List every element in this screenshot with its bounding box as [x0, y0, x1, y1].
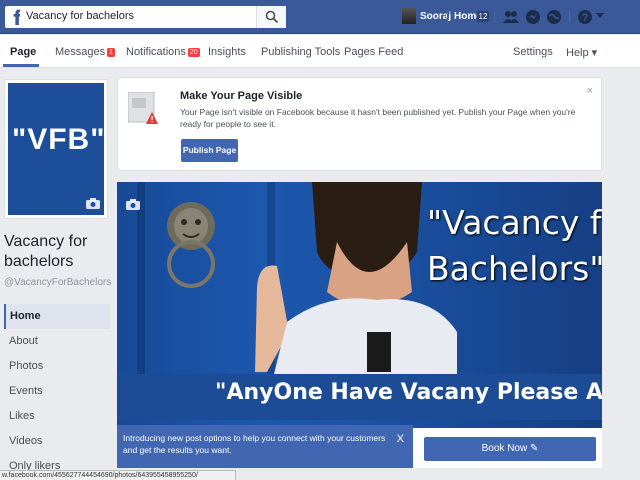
tab-insights[interactable]: Insights: [208, 46, 246, 58]
sidebar-item-about[interactable]: About: [4, 329, 110, 354]
avatar[interactable]: [402, 8, 416, 24]
search-button[interactable]: [256, 6, 286, 28]
divider: [447, 11, 448, 23]
camera-icon[interactable]: [86, 198, 100, 209]
tab-notifications-label: Notifications: [126, 46, 186, 58]
top-bar: f Vacancy for bachelors Sooraj Home 12 ?: [0, 0, 640, 34]
divider: [569, 11, 570, 23]
sidebar-item-likes[interactable]: Likes: [4, 404, 110, 429]
messages-count-badge: 1: [107, 48, 116, 57]
tab-publishing-tools[interactable]: Publishing Tools: [261, 46, 340, 58]
home-count-badge: 12: [477, 11, 489, 22]
page-username[interactable]: @VacancyForBachelors: [4, 277, 111, 288]
svg-text:?: ?: [582, 12, 589, 24]
sidebar-menu: Home About Photos Events Likes Videos On…: [4, 304, 110, 479]
cover-title: "Vacancy fo Bachelors": [427, 200, 602, 292]
profile-picture[interactable]: "VFB": [4, 79, 108, 219]
tab-page[interactable]: Page: [10, 46, 36, 58]
close-icon[interactable]: ×: [587, 85, 593, 97]
tab-messages-label: Messages: [55, 46, 106, 58]
notice-body: Your Page isn't visible on Facebook beca…: [180, 107, 576, 129]
profile-picture-image: "VFB": [8, 83, 104, 215]
tab-settings[interactable]: Settings: [513, 46, 553, 58]
cover-banner-text: "AnyOne Have Vacany Please Adjust Me: [215, 380, 602, 405]
door-knocker-image: [167, 202, 215, 288]
book-now-button[interactable]: Book Now ✎: [424, 437, 596, 461]
camera-icon[interactable]: [126, 199, 140, 210]
cover-title-line: "Vacancy fo: [427, 203, 602, 242]
door-panel: [137, 182, 145, 382]
publish-page-button[interactable]: Publish Page: [181, 139, 238, 162]
chevron-down-icon[interactable]: [596, 13, 604, 19]
help-icon[interactable]: ?: [577, 9, 593, 25]
cover-photo[interactable]: "Vacancy fo Bachelors" "AnyOne Have Vaca…: [117, 182, 602, 428]
page-title[interactable]: Vacancy for bachelors: [4, 232, 112, 272]
tab-indicator: [3, 64, 39, 67]
notifications-count-badge: 20: [187, 48, 200, 57]
notice-title: Make Your Page Visible: [180, 90, 303, 102]
page-nav: Page Messages 1 Notifications 20 Insights …: [0, 35, 640, 68]
friend-requests-icon[interactable]: [503, 9, 519, 25]
status-url: w.facebook.com/455627744454690/photos/64…: [0, 470, 236, 480]
search-input[interactable]: Vacancy for bachelors: [20, 6, 286, 28]
tab-help[interactable]: Help ▾: [566, 46, 597, 59]
cover-title-line: Bachelors": [427, 249, 602, 288]
search-input-value[interactable]: Vacancy for bachelors: [26, 10, 134, 22]
sidebar-item-home[interactable]: Home: [4, 304, 110, 329]
sidebar-item-videos[interactable]: Videos: [4, 429, 110, 454]
tooltip-close-button[interactable]: X: [397, 433, 404, 445]
messenger-icon[interactable]: [525, 9, 541, 25]
post-options-tooltip: Introducing new post options to help you…: [117, 425, 413, 468]
search-icon: [265, 10, 279, 24]
tab-messages[interactable]: Messages 1: [55, 46, 116, 58]
profile-picture-text: "VFB": [12, 123, 106, 156]
divider: [494, 11, 495, 23]
tab-pages-feed[interactable]: Pages Feed: [344, 46, 403, 58]
tab-notifications[interactable]: Notifications 20: [126, 46, 200, 58]
sidebar-item-events[interactable]: Events: [4, 379, 110, 404]
globe-notifications-icon[interactable]: [546, 9, 562, 25]
person-image: [255, 182, 457, 382]
unpublished-page-icon: [128, 92, 158, 124]
tooltip-text: Introducing new post options to help you…: [123, 433, 386, 455]
sidebar-item-photos[interactable]: Photos: [4, 354, 110, 379]
publish-notice-card: Make Your Page Visible Your Page isn't v…: [117, 77, 602, 171]
